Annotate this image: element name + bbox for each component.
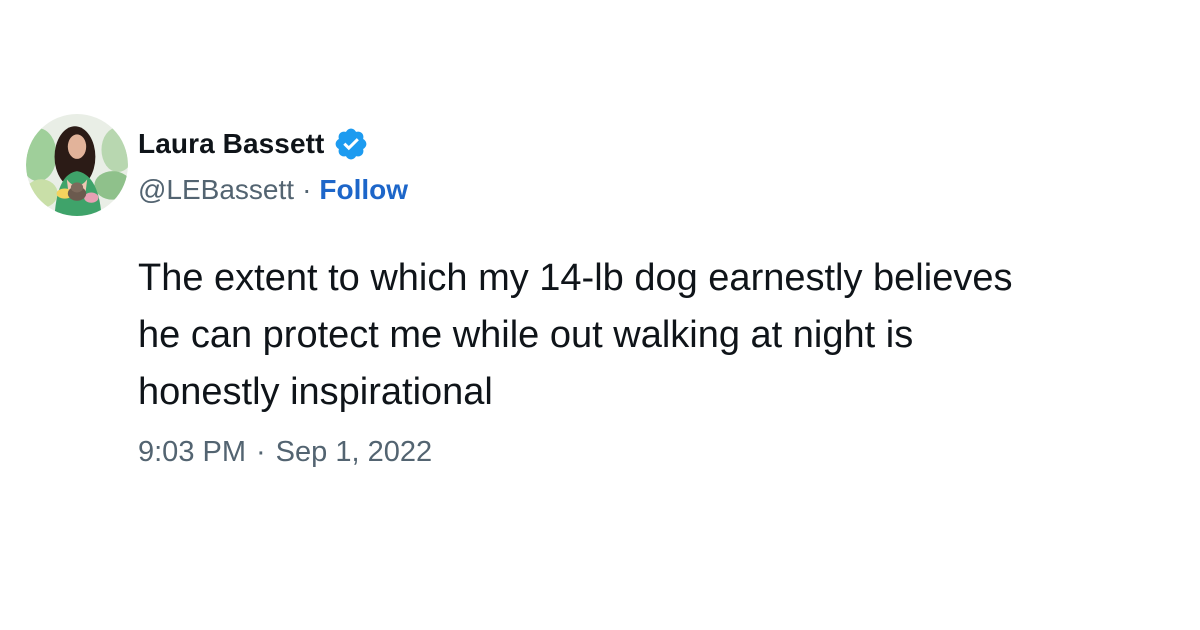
avatar-image [26,114,128,216]
meta-separator: · [256,435,266,468]
author-name-row: Laura Bassett [138,124,369,164]
verified-badge-icon [335,128,366,160]
author-display-name[interactable]: Laura Bassett [138,128,325,160]
handle-separator: · [302,174,312,205]
author-handle[interactable]: @LEBassett [138,174,294,206]
author-handle-row: @LEBassett · Follow [138,172,408,208]
avatar[interactable] [26,113,128,217]
tweet-date[interactable]: Sep 1, 2022 [276,436,432,469]
tweet-meta: 9:03 PM · Sep 1, 2022 [138,432,432,472]
tweet-text: The extent to which my 14-lb dog earnest… [138,257,1013,413]
tweet-time[interactable]: 9:03 PM [138,436,246,469]
follow-button[interactable]: Follow [319,174,408,206]
tweet-card: Laura Bassett @LEBassett · Follow The ex… [0,0,1200,630]
